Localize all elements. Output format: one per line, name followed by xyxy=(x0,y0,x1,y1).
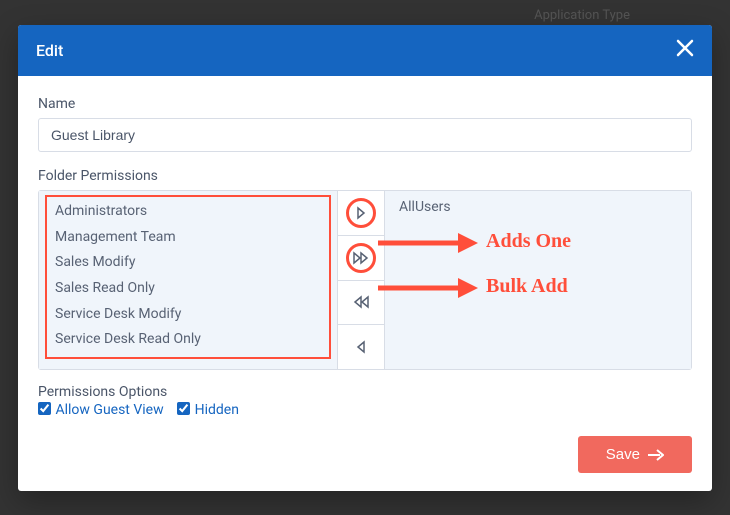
chevron-right-icon xyxy=(355,206,367,220)
modal-footer: Save xyxy=(38,436,692,473)
save-button-label: Save xyxy=(606,446,640,463)
save-button[interactable]: Save xyxy=(578,436,692,473)
modal-header: Edit xyxy=(18,25,712,76)
remove-one-button[interactable] xyxy=(338,325,384,369)
close-icon[interactable] xyxy=(676,39,694,62)
double-chevron-left-icon xyxy=(352,295,370,309)
background-label: Application Type xyxy=(534,8,630,23)
add-all-button[interactable] xyxy=(338,236,384,281)
list-item[interactable]: Service Desk Read Only xyxy=(51,327,325,353)
folder-permissions-label: Folder Permissions xyxy=(38,168,692,184)
allow-guest-view-checkbox[interactable] xyxy=(38,402,51,415)
permissions-options: Permissions Options Allow Guest View Hid… xyxy=(38,384,692,418)
list-item[interactable]: Administrators xyxy=(51,199,325,225)
selected-list[interactable]: AllUsers xyxy=(385,191,691,369)
name-label: Name xyxy=(38,96,692,112)
permissions-options-label: Permissions Options xyxy=(38,384,692,400)
available-list-highlight: Administrators Management Team Sales Mod… xyxy=(45,195,331,359)
add-one-button[interactable] xyxy=(338,191,384,236)
hidden-label[interactable]: Hidden xyxy=(177,402,239,418)
allow-guest-view-text: Allow Guest View xyxy=(55,402,163,418)
hidden-text: Hidden xyxy=(195,402,239,418)
hidden-checkbox[interactable] xyxy=(177,402,190,415)
arrow-right-icon xyxy=(648,449,664,461)
allow-guest-view-label[interactable]: Allow Guest View xyxy=(38,402,167,418)
list-item[interactable]: AllUsers xyxy=(395,195,681,221)
list-item[interactable]: Sales Modify xyxy=(51,250,325,276)
chevron-left-icon xyxy=(355,340,367,354)
double-chevron-right-icon xyxy=(352,251,370,265)
name-input[interactable] xyxy=(38,118,692,152)
edit-modal: Edit Name Folder Permissions Administrat… xyxy=(18,25,712,491)
modal-body: Name Folder Permissions Administrators M… xyxy=(18,76,712,491)
list-item[interactable]: Service Desk Modify xyxy=(51,302,325,328)
list-item[interactable]: Management Team xyxy=(51,225,325,251)
folder-permissions-transfer: Administrators Management Team Sales Mod… xyxy=(38,190,692,370)
remove-all-button[interactable] xyxy=(338,281,384,326)
transfer-buttons xyxy=(337,191,385,369)
available-list[interactable]: Administrators Management Team Sales Mod… xyxy=(39,191,337,369)
modal-title: Edit xyxy=(36,41,63,60)
list-item[interactable]: Sales Read Only xyxy=(51,276,325,302)
